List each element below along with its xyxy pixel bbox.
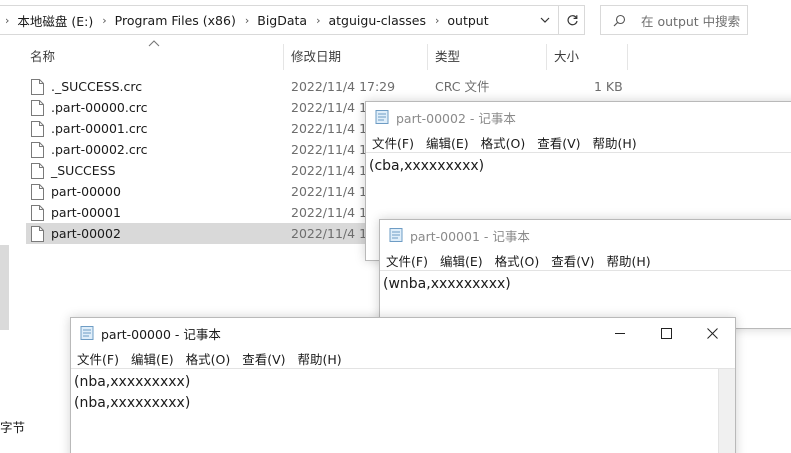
text-editor[interactable]: (nba,xxxxxxxxx) (nba,xxxxxxxxx): [71, 368, 735, 453]
breadcrumb-item-drive[interactable]: 本地磁盘 (E:): [15, 11, 95, 30]
column-divider[interactable]: [627, 44, 628, 70]
file-icon: [31, 100, 44, 116]
file-name: ._SUCCESS.crc: [51, 79, 143, 94]
file-size: 1 KB: [594, 79, 623, 94]
window-title: part-00001 - 记事本: [410, 228, 530, 244]
file-name: .part-00000.crc: [51, 100, 148, 115]
file-date: 2022/11/4 17:29: [291, 79, 396, 94]
file-name: .part-00002.crc: [51, 142, 148, 157]
window-controls: [597, 318, 735, 348]
minimize-icon[interactable]: [597, 318, 643, 348]
breadcrumb-separator-icon: ›: [316, 13, 321, 27]
breadcrumb-item-bigdata[interactable]: BigData: [255, 13, 309, 28]
notepad-icon: [389, 228, 403, 242]
notepad-icon: [375, 110, 389, 124]
menu-view[interactable]: 查看(V): [551, 251, 594, 270]
menu-format[interactable]: 格式(O): [481, 133, 526, 152]
file-row[interactable]: .part-00000.crc 2022/11/4 17: [26, 97, 375, 118]
file-icon: [31, 121, 44, 137]
file-row[interactable]: part-00000 2022/11/4 17: [26, 181, 375, 202]
file-date: 2022/11/4 17: [291, 100, 375, 115]
vertical-scrollbar[interactable]: [718, 369, 735, 453]
menu-edit[interactable]: 编辑(E): [440, 251, 483, 270]
window-title: part-00000 - 记事本: [101, 326, 221, 342]
file-row[interactable]: ._SUCCESS.crc 2022/11/4 17:29 CRC 文件 1 K…: [26, 76, 623, 97]
file-row[interactable]: .part-00002.crc 2022/11/4 17: [26, 139, 375, 160]
column-headers: 名称 修改日期 类型 大小: [0, 44, 791, 70]
file-name: part-00000: [51, 184, 121, 199]
file-icon: [31, 163, 44, 179]
breadcrumb-item-atguigu-classes[interactable]: atguigu-classes: [327, 13, 429, 28]
file-name: part-00001: [51, 205, 121, 220]
notepad-window-part-00000[interactable]: part-00000 - 记事本 文件(F) 编辑(E) 格式(O) 查看(V)…: [70, 317, 736, 453]
menu-bar: 文件(F) 编辑(E) 格式(O) 查看(V) 帮助(H): [380, 250, 791, 270]
menu-help[interactable]: 帮助(H): [607, 251, 651, 270]
file-date: 2022/11/4 17: [291, 163, 375, 178]
file-icon: [31, 205, 44, 221]
title-bar[interactable]: part-00002 - 记事本: [366, 102, 791, 132]
menu-help[interactable]: 帮助(H): [593, 133, 637, 152]
text-line: (cba,xxxxxxxxx): [369, 158, 485, 174]
file-row[interactable]: part-00001 2022/11/4 17: [26, 202, 375, 223]
search-input[interactable]: 在 output 中搜索: [600, 5, 748, 35]
menu-view[interactable]: 查看(V): [537, 133, 580, 152]
menu-edit[interactable]: 编辑(E): [131, 349, 174, 368]
close-icon[interactable]: [689, 318, 735, 348]
file-name: .part-00001.crc: [51, 121, 148, 136]
menu-view[interactable]: 查看(V): [242, 349, 285, 368]
text-line: (wnba,xxxxxxxxx): [383, 276, 511, 292]
menu-file[interactable]: 文件(F): [372, 133, 414, 152]
column-header-name[interactable]: 名称: [22, 44, 282, 70]
breadcrumb: › 本地磁盘 (E:) › Program Files (x86) › BigD…: [0, 6, 491, 34]
title-bar[interactable]: part-00000 - 记事本: [71, 318, 735, 348]
file-type: CRC 文件: [435, 79, 490, 94]
menu-bar: 文件(F) 编辑(E) 格式(O) 查看(V) 帮助(H): [71, 348, 735, 368]
file-date: 2022/11/4 17: [291, 121, 375, 136]
file-name: part-00002: [51, 226, 121, 241]
breadcrumb-item-output[interactable]: output: [445, 13, 490, 28]
file-row[interactable]: .part-00001.crc 2022/11/4 17: [26, 118, 375, 139]
notepad-window-part-00001[interactable]: part-00001 - 记事本 文件(F) 编辑(E) 格式(O) 查看(V)…: [379, 219, 791, 329]
column-header-size[interactable]: 大小: [546, 44, 626, 70]
breadcrumb-item-program-files[interactable]: Program Files (x86): [113, 13, 238, 28]
text-line: (nba,xxxxxxxxx): [74, 374, 191, 390]
chevron-down-icon[interactable]: [532, 6, 556, 34]
file-icon: [31, 142, 44, 158]
menu-format[interactable]: 格式(O): [186, 349, 231, 368]
refresh-icon[interactable]: [558, 6, 585, 34]
file-row[interactable]: _SUCCESS 2022/11/4 17: [26, 160, 375, 181]
file-name: _SUCCESS: [51, 163, 116, 178]
file-date: 2022/11/4 17: [291, 226, 375, 241]
title-bar[interactable]: part-00001 - 记事本: [380, 220, 791, 250]
file-date: 2022/11/4 17: [291, 184, 375, 199]
notepad-icon: [80, 326, 94, 340]
maximize-icon[interactable]: [643, 318, 689, 348]
menu-format[interactable]: 格式(O): [495, 251, 540, 270]
window-title: part-00002 - 记事本: [396, 110, 516, 126]
address-bar[interactable]: › 本地磁盘 (E:) › Program Files (x86) › BigD…: [0, 5, 585, 35]
menu-help[interactable]: 帮助(H): [298, 349, 342, 368]
file-date: 2022/11/4 17: [291, 205, 375, 220]
file-icon: [31, 226, 44, 242]
menu-edit[interactable]: 编辑(E): [426, 133, 469, 152]
status-bar-text: 字节: [0, 420, 26, 435]
breadcrumb-separator-icon: ›: [5, 13, 10, 27]
file-row-selected[interactable]: part-00002 2022/11/4 17: [26, 223, 391, 244]
menu-file[interactable]: 文件(F): [386, 251, 428, 270]
search-icon: [613, 14, 641, 27]
breadcrumb-separator-icon: ›: [435, 13, 440, 27]
menu-file[interactable]: 文件(F): [77, 349, 119, 368]
breadcrumb-separator-icon: ›: [244, 13, 250, 27]
breadcrumb-separator-icon: ›: [102, 13, 107, 27]
menu-bar: 文件(F) 编辑(E) 格式(O) 查看(V) 帮助(H): [366, 132, 791, 152]
column-header-type[interactable]: 类型: [427, 44, 545, 70]
search-placeholder: 在 output 中搜索: [641, 13, 741, 29]
text-line: (nba,xxxxxxxxx): [74, 395, 191, 411]
navigation-pane-scrollbar[interactable]: [0, 245, 9, 330]
file-icon: [31, 79, 44, 95]
column-header-date[interactable]: 修改日期: [283, 44, 426, 70]
file-icon: [31, 184, 44, 200]
file-date: 2022/11/4 17: [291, 142, 375, 157]
